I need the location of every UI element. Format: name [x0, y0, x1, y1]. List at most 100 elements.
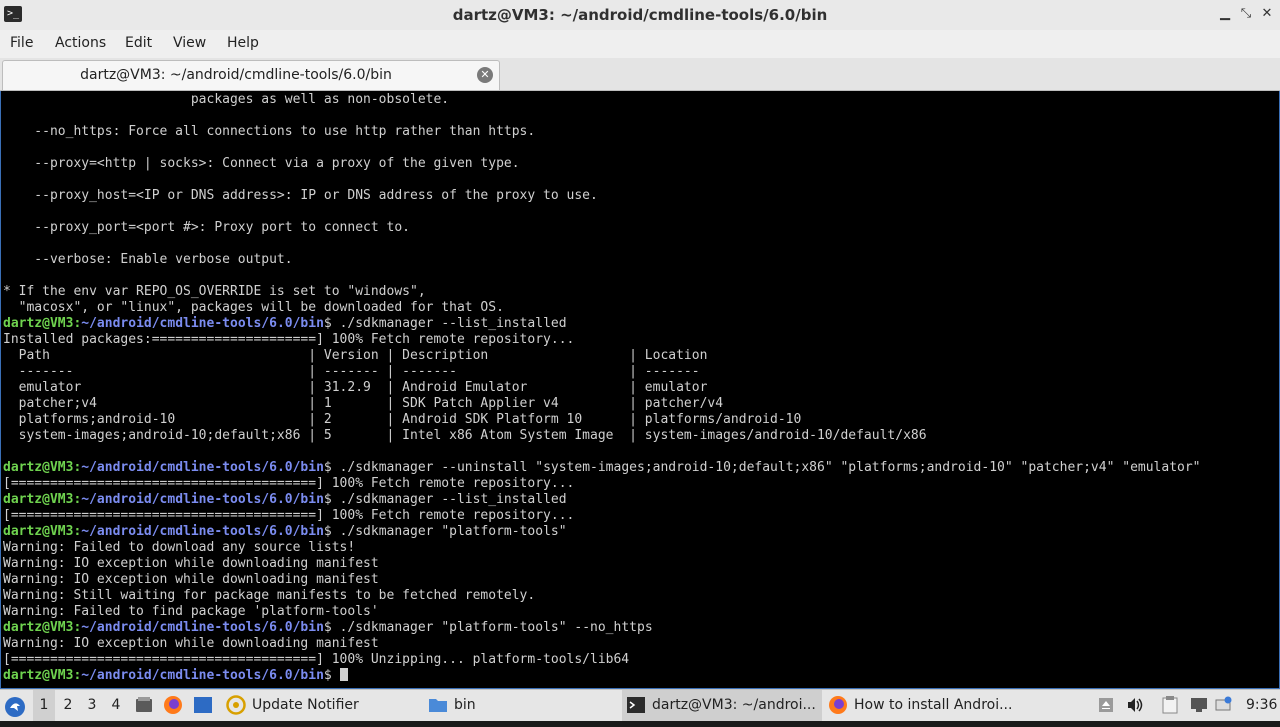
eject-icon [1099, 698, 1113, 712]
task-label: Update Notifier [252, 697, 359, 713]
tab-terminal[interactable]: dartz@VM3: ~/android/cmdline-tools/6.0/b… [2, 60, 500, 90]
line-text: ./sdkmanager --uninstall "system-images;… [331, 460, 1201, 475]
terminal-output-line: --verbose: Enable verbose output. [3, 252, 1201, 268]
prompt-path: ~/android/cmdline-tools/6.0/bin [81, 316, 324, 331]
line-text: [=======================================… [3, 652, 630, 667]
prompt-path: ~/android/cmdline-tools/6.0/bin [81, 620, 324, 635]
prompt-symbol: $ [323, 492, 332, 507]
menu-view[interactable]: View [173, 35, 206, 51]
terminal-output-line: Warning: IO exception while downloading … [3, 556, 1201, 572]
task-label: dartz@VM3: ~/androi... [652, 697, 816, 713]
workspace-4[interactable]: 4 [105, 690, 127, 721]
tray-volume[interactable] [1126, 690, 1146, 721]
tray-display[interactable] [1190, 690, 1210, 721]
task-terminal[interactable]: dartz@VM3: ~/androi... [622, 690, 822, 721]
task-firefox-window[interactable]: How to install Androi... [824, 690, 1024, 721]
line-text: platforms;android-10 | 2 | Android SDK P… [3, 412, 802, 427]
clock[interactable]: 9:36 [1246, 690, 1277, 721]
terminal-output-line: --proxy_port=<port #>: Proxy port to con… [3, 220, 1201, 236]
terminal-output-line: --no_https: Force all connections to use… [3, 124, 1201, 140]
tab-bar: dartz@VM3: ~/android/cmdline-tools/6.0/b… [0, 58, 1280, 91]
terminal-output-line: platforms;android-10 | 2 | Android SDK P… [3, 412, 1201, 428]
line-text: packages as well as non-obsolete. [3, 92, 450, 107]
terminal-output-line: Installed packages:=====================… [3, 332, 1201, 348]
line-text: Warning: Failed to download any source l… [3, 540, 356, 555]
display-icon [1191, 698, 1207, 712]
close-button[interactable]: ✕ [1258, 5, 1276, 23]
prompt-user: dartz@VM3: [3, 316, 82, 331]
file-manager-launcher[interactable] [135, 690, 155, 721]
task-bin-folder[interactable]: bin [424, 690, 618, 721]
terminal-output[interactable]: packages as well as non-obsolete. --no_h… [0, 91, 1280, 689]
terminal-command-line: dartz@VM3:~/android/cmdline-tools/6.0/bi… [3, 316, 1201, 332]
tray-eject[interactable] [1098, 690, 1116, 721]
terminal-output-line: * If the env var REPO_OS_OVERRIDE is set… [3, 284, 1201, 300]
terminal-output-line: system-images;android-10;default;x86 | 5… [3, 428, 1201, 444]
terminal-output-line: ------- | ------- | ------- | ------- [3, 364, 1201, 380]
menu-actions[interactable]: Actions [55, 35, 106, 51]
terminal-output-line: Path | Version | Description | Location [3, 348, 1201, 364]
terminal-command-line: dartz@VM3:~/android/cmdline-tools/6.0/bi… [3, 524, 1201, 540]
line-text: ------- | ------- | ------- | ------- [3, 364, 700, 379]
workspace-2[interactable]: 2 [57, 690, 79, 721]
file-manager-icon [136, 697, 152, 712]
line-text: --no_https: Force all connections to use… [3, 124, 536, 139]
window-titlebar[interactable]: >_ dartz@VM3: ~/android/cmdline-tools/6.… [0, 0, 1280, 31]
firefox-launcher[interactable] [163, 690, 185, 721]
prompt-path: ~/android/cmdline-tools/6.0/bin [81, 524, 324, 539]
tray-network[interactable] [1214, 690, 1234, 721]
folder-icon [429, 699, 447, 712]
tab-close-icon[interactable]: ✕ [477, 67, 493, 83]
terminal-command-line: dartz@VM3:~/android/cmdline-tools/6.0/bi… [3, 620, 1201, 636]
task-label: bin [454, 697, 476, 713]
line-text: Warning: Still waiting for package manif… [3, 588, 536, 603]
prompt-user: dartz@VM3: [3, 492, 82, 507]
prompt-path: ~/android/cmdline-tools/6.0/bin [81, 460, 324, 475]
terminal-output-line: "macosx", or "linux", packages will be d… [3, 300, 1201, 316]
menu-help[interactable]: Help [227, 35, 259, 51]
prompt-user: dartz@VM3: [3, 620, 82, 635]
terminal-icon [627, 697, 645, 713]
desktop-launcher[interactable] [193, 690, 215, 721]
workspace-1[interactable]: 1 [33, 690, 55, 721]
line-text: emulator | 31.2.9 | Android Emulator | e… [3, 380, 708, 395]
network-icon [1215, 696, 1232, 711]
line-text: Installed packages:=====================… [3, 332, 575, 347]
terminal-command-line: dartz@VM3:~/android/cmdline-tools/6.0/bi… [3, 668, 1201, 684]
prompt-symbol: $ [323, 668, 332, 683]
task-update-notifier[interactable]: Update Notifier [222, 690, 416, 721]
workspace-3[interactable]: 3 [81, 690, 103, 721]
terminal-output-line: Warning: Failed to download any source l… [3, 540, 1201, 556]
prompt-symbol: $ [323, 620, 332, 635]
line-text: --proxy_port=<port #>: Proxy port to con… [3, 220, 410, 235]
desktop-icon [194, 697, 212, 713]
terminal-command-line: dartz@VM3:~/android/cmdline-tools/6.0/bi… [3, 492, 1201, 508]
minimize-button[interactable]: ▁ [1216, 5, 1234, 23]
line-text: ./sdkmanager --list_installed [331, 492, 567, 507]
start-menu-button[interactable] [4, 690, 28, 721]
maximize-button[interactable]: ⤡ [1237, 5, 1255, 23]
prompt-user: dartz@VM3: [3, 460, 82, 475]
prompt-symbol: $ [323, 524, 332, 539]
terminal-output-line: patcher;v4 | 1 | SDK Patch Applier v4 | … [3, 396, 1201, 412]
line-text: ./sdkmanager --list_installed [331, 316, 567, 331]
line-text: ./sdkmanager "platform-tools" --no_https [331, 620, 653, 635]
terminal-output-line: packages as well as non-obsolete. [3, 92, 1201, 108]
text-cursor [339, 668, 348, 681]
prompt-symbol: $ [323, 460, 332, 475]
menu-file[interactable]: File [10, 35, 33, 51]
line-text: patcher;v4 | 1 | SDK Patch Applier v4 | … [3, 396, 724, 411]
tray-clipboard[interactable] [1162, 690, 1182, 721]
start-menu-icon [5, 697, 25, 717]
terminal-command-line: dartz@VM3:~/android/cmdline-tools/6.0/bi… [3, 460, 1201, 476]
menu-edit[interactable]: Edit [125, 35, 152, 51]
line-text: Warning: IO exception while downloading … [3, 556, 379, 571]
line-text: --verbose: Enable verbose output. [3, 252, 293, 267]
line-text: [=======================================… [3, 508, 575, 523]
firefox-icon [164, 696, 182, 714]
line-text: --proxy=<http | socks>: Connect via a pr… [3, 156, 520, 171]
